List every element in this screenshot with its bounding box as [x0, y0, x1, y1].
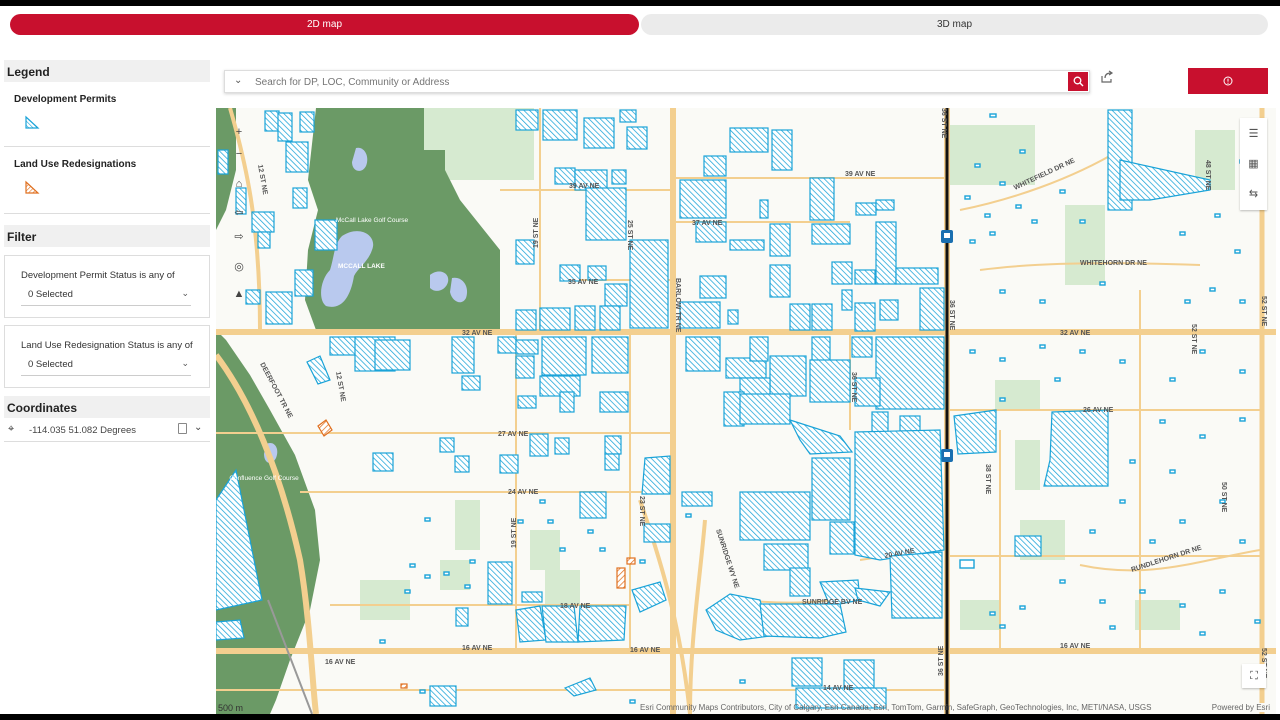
plus-icon[interactable]: +	[228, 122, 250, 142]
label-36-st-north: 36 ST NE	[940, 108, 947, 139]
map-canvas[interactable]: 39 AV NE 39 AV NE 37 AV NE 35 AV NE 32 A…	[216, 108, 1276, 714]
arrow-right-icon[interactable]: ⇨	[228, 226, 250, 246]
fullscreen-icon[interactable]: ⛶	[1242, 664, 1266, 688]
label-barlow-tr: BARLOW TR NE	[674, 278, 681, 333]
chevron-down-icon[interactable]: ⌄	[194, 422, 202, 433]
minus-icon[interactable]: −	[228, 144, 250, 164]
map-mode-tabs: 2D map 3D map	[10, 14, 1268, 35]
label-23-st: 23 ST NE	[638, 496, 645, 527]
label-mccall-golf-course: McCall Lake Golf Course	[336, 217, 409, 224]
label-rundlehorn-dr: RUNDLEHORN DR NE	[1130, 544, 1202, 573]
label-19-st-north: 19 ST NE	[533, 217, 540, 248]
arrow-left-icon[interactable]: ⇦	[228, 202, 250, 222]
label-16-av-3: 16 AV NE	[630, 647, 661, 654]
legend-development-permits-label: Development Permits	[14, 94, 117, 105]
map-attribution: Esri Community Maps Contributors, City o…	[640, 703, 1270, 712]
label-32-av-west: 32 AV NE	[462, 330, 493, 337]
label-37-av: 37 AV NE	[692, 220, 723, 227]
label-16-av-4: 16 AV NE	[1060, 643, 1091, 650]
lur-status-select[interactable]: 0 Selected ⌄	[21, 356, 191, 376]
scale-bar: 500 m	[218, 703, 244, 713]
search-icon	[1073, 76, 1083, 87]
bottom-strip	[0, 714, 1280, 720]
label-52-st-mid: 52 ST NE	[1190, 324, 1197, 355]
land-use-symbol-icon	[25, 180, 40, 194]
label-19-st-south: 19 ST NE	[511, 517, 518, 548]
tab-2d-map[interactable]: 2D map	[10, 14, 639, 35]
dp-status-label: Development Permit Status is any of	[21, 270, 175, 281]
lur-status-value: 0 Selected	[28, 359, 73, 370]
powered-by-esri[interactable]: Powered by Esri	[1205, 703, 1270, 712]
label-52-st-north: 52 ST NE	[1260, 296, 1267, 327]
lur-status-label: Land Use Redesignation Status is any of	[21, 340, 193, 351]
coordinates-row: ⌖ -114.035 51.082 Degrees ⌄	[4, 418, 210, 442]
map-view[interactable]: 39 AV NE 39 AV NE 37 AV NE 35 AV NE 32 A…	[216, 108, 1276, 714]
search-input[interactable]	[255, 74, 1055, 90]
label-50-st: 50 ST NE	[1220, 482, 1227, 513]
attribution-text: Esri Community Maps Contributors, City o…	[640, 703, 1152, 712]
compass-icon[interactable]: ▲	[228, 284, 250, 304]
tab-3d-map[interactable]: 3D map	[641, 14, 1268, 35]
dp-status-filter: Development Permit Status is any of 0 Se…	[4, 255, 210, 318]
home-icon[interactable]: ⌂	[228, 174, 250, 194]
search-button[interactable]	[1068, 72, 1088, 91]
label-48-st: 48 ST NE	[1204, 160, 1211, 191]
locate-icon[interactable]: ◎	[228, 256, 250, 276]
map-tools-right: ☰ ▦ ⇆	[1240, 118, 1267, 210]
legend-header: Legend	[4, 60, 210, 82]
label-25-st: 25 ST NE	[626, 220, 633, 251]
label-35-av: 35 AV NE	[568, 279, 599, 286]
label-golf-course-south: Confluence Golf Course	[229, 475, 299, 482]
lur-status-filter: Land Use Redesignation Status is any of …	[4, 325, 210, 388]
chevron-down-icon[interactable]: ⌄	[234, 75, 242, 86]
chevron-down-icon: ⌄	[181, 288, 189, 298]
label-16-av-2: 16 AV NE	[462, 645, 493, 652]
sidebar: Legend Development Permits Land Use Rede…	[4, 60, 210, 442]
chevron-down-icon: ⌄	[181, 358, 189, 368]
label-39-av: 39 AV NE	[569, 183, 600, 190]
label-sunridge-wy: SUNRIDGE WY NE	[714, 528, 740, 589]
layers-icon[interactable]: ☰	[1240, 118, 1267, 148]
label-12-st-north: 12 ST NE	[256, 164, 268, 195]
dp-status-value: 0 Selected	[28, 289, 73, 300]
label-sunridge-bv: SUNRIDGE BV NE	[802, 599, 863, 606]
label-36-st-west: 36 ST NE	[850, 372, 857, 403]
label-whitehorn-dr: WHITEHORN DR NE	[1080, 260, 1147, 267]
label-24-av: 24 AV NE	[508, 489, 539, 496]
label-36-st-south: 36 ST NE	[938, 645, 945, 676]
label-27-av: 27 AV NE	[498, 431, 529, 438]
label-36-st-mid: 36 ST NE	[948, 300, 955, 331]
top-strip	[0, 0, 1280, 6]
alert-button[interactable]	[1188, 68, 1268, 94]
development-permit-symbol-icon	[25, 115, 40, 129]
grid-icon[interactable]: ▦	[1240, 148, 1267, 178]
share-icon[interactable]	[1100, 70, 1114, 84]
alert-icon	[1223, 76, 1233, 86]
label-16-av-1: 16 AV NE	[325, 659, 356, 666]
crosshair-icon: ⌖	[8, 423, 15, 435]
dp-status-select[interactable]: 0 Selected ⌄	[21, 286, 191, 306]
label-38-st: 38 ST NE	[984, 464, 991, 495]
label-mccall-lake: MCCALL LAKE	[338, 263, 385, 270]
search-bar: ⌄	[224, 70, 1090, 93]
label-26-av: 26 AV NE	[1083, 407, 1114, 414]
legend-land-use-label: Land Use Redesignations	[14, 159, 137, 170]
label-18-av: 18 AV NE	[560, 603, 591, 610]
label-14-av: 14 AV NE	[823, 685, 854, 692]
filter-header: Filter	[4, 225, 210, 247]
legend-divider	[4, 146, 210, 147]
legend-bottom-divider	[4, 213, 210, 214]
swipe-icon[interactable]: ⇆	[1240, 178, 1267, 208]
coordinates-value: -114.035 51.082 Degrees	[29, 425, 137, 436]
copy-icon[interactable]	[178, 423, 187, 434]
coordinates-header: Coordinates	[4, 396, 210, 418]
label-39-av-east: 39 AV NE	[845, 171, 876, 178]
label-32-av-east: 32 AV NE	[1060, 330, 1091, 337]
label-12-st-south: 12 ST NE	[334, 371, 346, 402]
